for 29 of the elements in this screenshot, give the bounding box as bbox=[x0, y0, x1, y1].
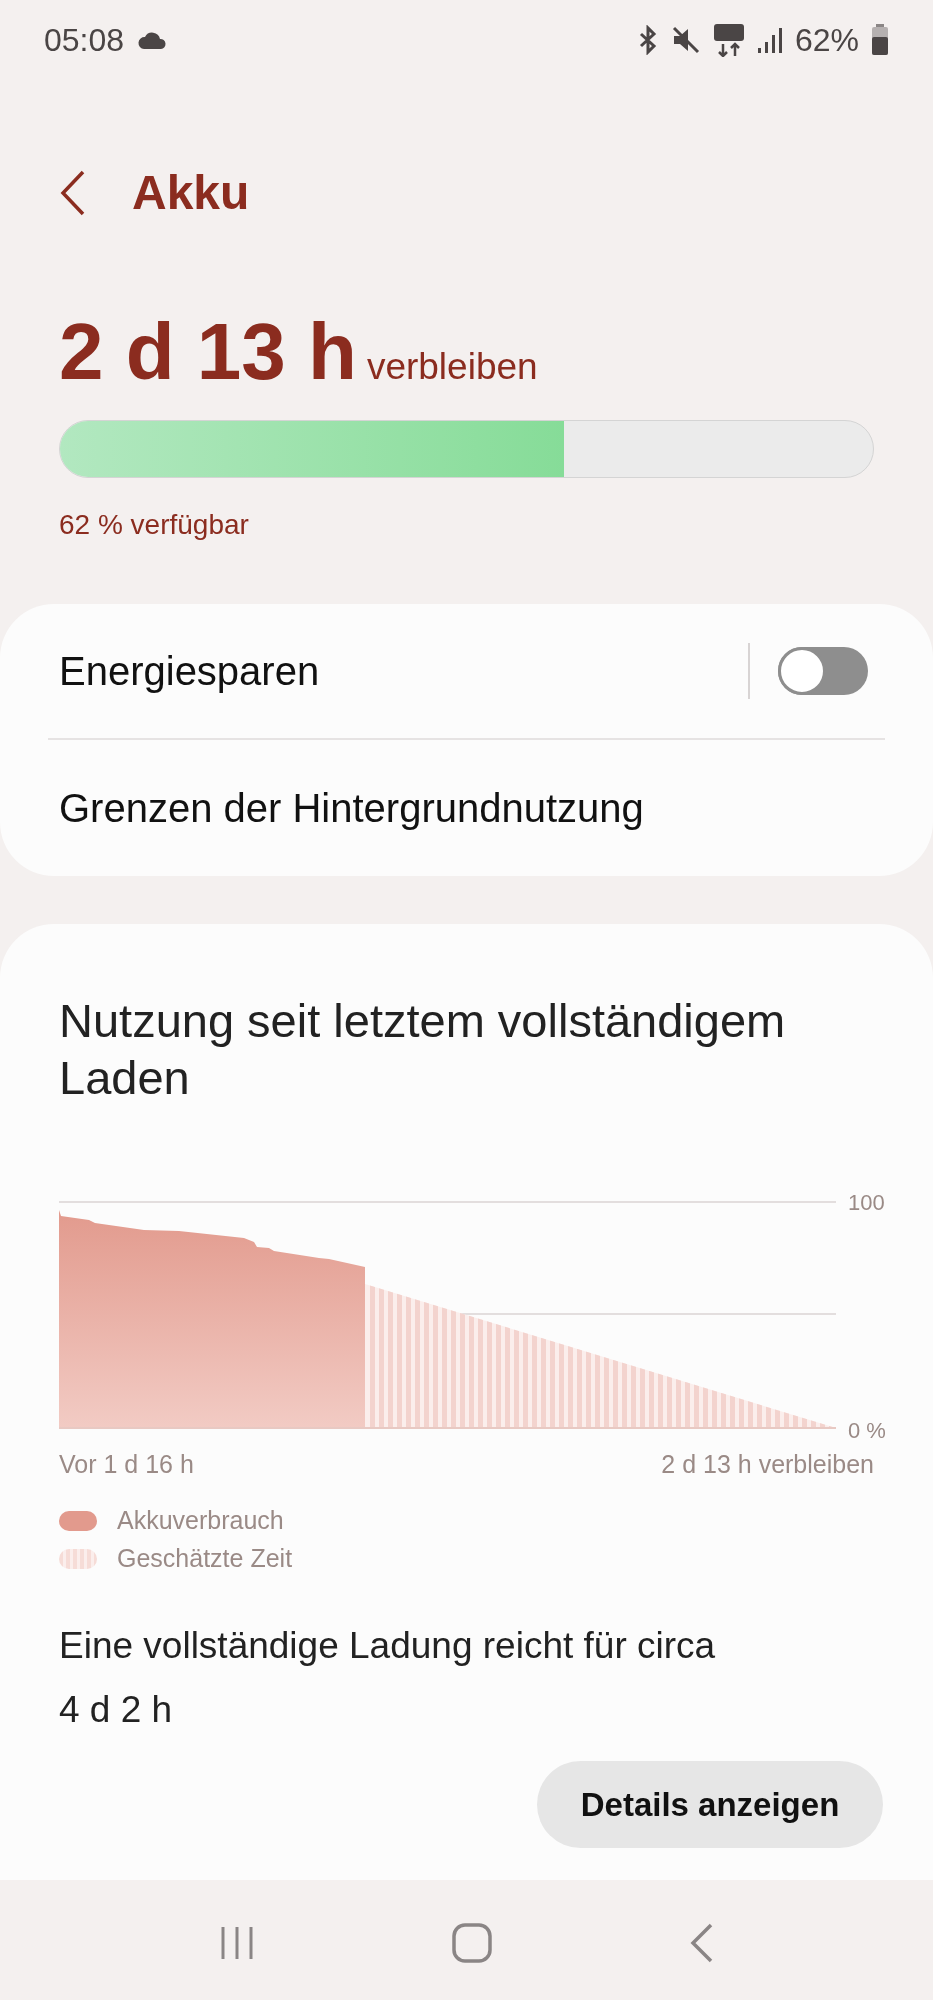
full-charge-text: Eine vollständige Ladung reicht für circa bbox=[59, 1624, 717, 1668]
back-icon[interactable] bbox=[690, 1922, 715, 1963]
axis-label: 0 % bbox=[848, 1417, 886, 1445]
battery-icon bbox=[871, 24, 889, 56]
battery-percent: 62% bbox=[794, 21, 859, 60]
remaining-label: verbleiben bbox=[366, 345, 538, 389]
page-title: Akku bbox=[132, 165, 250, 221]
axis-label: 2 d 13 h verbleiben bbox=[661, 1449, 874, 1480]
legend-swatch bbox=[59, 1549, 97, 1569]
muted-speaker-icon bbox=[670, 25, 701, 55]
axis-label: 100 bbox=[848, 1189, 885, 1217]
legend-swatch bbox=[59, 1511, 97, 1531]
available-percent: 62 % verfügbar bbox=[59, 508, 250, 542]
legend-label: Akkuverbrauch bbox=[117, 1505, 284, 1537]
remaining-time: 2 d 13 h bbox=[59, 312, 357, 392]
setting-label[interactable]: Energiesparen bbox=[48, 641, 748, 701]
signal-icon bbox=[756, 26, 783, 54]
back-icon bbox=[60, 170, 86, 216]
details-button[interactable]: Details anzeigen bbox=[537, 1761, 883, 1848]
section-title: Nutzung seit letztem vollständigem Laden bbox=[59, 993, 787, 1106]
back-button[interactable] bbox=[60, 170, 86, 216]
full-charge-value: 4 d 2 h bbox=[59, 1687, 174, 1732]
axis-label: Vor 1 d 16 h bbox=[59, 1449, 194, 1480]
mobile-data-icon bbox=[712, 23, 745, 57]
legend-label: Geschätzte Zeit bbox=[117, 1543, 293, 1575]
status-time: 05:08 bbox=[44, 21, 125, 60]
home-icon[interactable] bbox=[452, 1922, 493, 1963]
setting-label[interactable]: Grenzen der Hintergrundnutzung bbox=[48, 778, 885, 838]
toggle-switch[interactable] bbox=[778, 647, 868, 695]
